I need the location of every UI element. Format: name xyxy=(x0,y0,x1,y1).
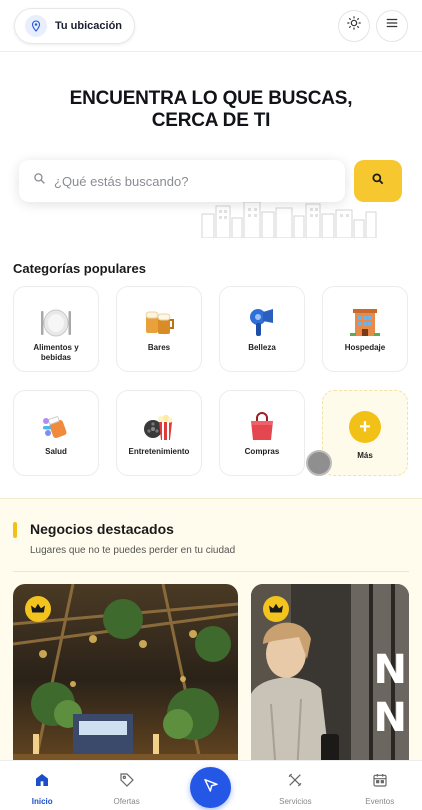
search-icon xyxy=(371,172,385,191)
category-health[interactable]: Salud xyxy=(13,390,99,476)
hamburger-menu-icon xyxy=(385,16,399,35)
hero-title: ENCUENTRA LO QUE BUSCAS, CERCA DE TI xyxy=(0,88,422,132)
crown-icon xyxy=(25,596,51,622)
featured-subtitle: Lugares que no te puedes perder en tu ci… xyxy=(30,545,236,556)
touch-indicator xyxy=(306,450,332,476)
divider xyxy=(13,571,409,572)
calendar-icon xyxy=(372,772,388,793)
search-input[interactable]: ¿Qué estás buscando? xyxy=(54,174,188,189)
section-accent-bar xyxy=(13,522,17,538)
tools-icon xyxy=(287,772,303,793)
search-icon xyxy=(33,172,46,190)
plus-icon: + xyxy=(349,411,381,443)
location-label: Tu ubicación xyxy=(55,19,123,32)
nav-item-ofertas[interactable]: Ofertas xyxy=(84,761,168,810)
category-label: Entretenimiento xyxy=(128,447,190,456)
category-label: Compras xyxy=(244,447,280,456)
search-button[interactable] xyxy=(354,160,402,202)
category-label: Salud xyxy=(45,447,67,456)
nav-label: Eventos xyxy=(365,797,395,806)
category-beauty[interactable]: Belleza xyxy=(219,286,305,372)
location-pin-icon xyxy=(25,14,47,37)
crown-icon xyxy=(263,596,289,622)
nav-item-eventos[interactable]: Eventos xyxy=(338,761,422,810)
location-button[interactable]: Tu ubicación xyxy=(14,7,136,44)
category-label: Belleza xyxy=(248,343,276,352)
beer-mugs-icon xyxy=(142,305,176,339)
search-box[interactable]: ¿Qué estás buscando? xyxy=(19,160,345,202)
popcorn-film-icon xyxy=(142,409,176,443)
category-label: Bares xyxy=(147,343,171,352)
category-label: Hospedaje xyxy=(344,343,386,352)
category-entertainment[interactable]: Entretenimiento xyxy=(116,390,202,476)
nav-center-button[interactable] xyxy=(190,767,231,808)
nav-label: Inicio xyxy=(31,797,53,806)
sun-icon xyxy=(346,15,362,36)
nav-label: Servicios xyxy=(279,797,312,806)
category-lodging[interactable]: Hospedaje xyxy=(322,286,408,372)
featured-title: Negocios destacados xyxy=(30,521,174,537)
categories-title: Categorías populares xyxy=(13,261,146,276)
city-skyline-illustration xyxy=(201,201,377,238)
top-bar: Tu ubicación xyxy=(0,0,422,52)
category-food[interactable]: Alimentos y bebidas xyxy=(13,286,99,372)
medicine-icon xyxy=(39,409,73,443)
nav-item-inicio[interactable]: Inicio xyxy=(0,761,84,810)
hair-dryer-icon xyxy=(245,305,279,339)
theme-toggle-button[interactable] xyxy=(338,9,370,42)
menu-button[interactable] xyxy=(376,9,408,42)
categories-grid: Alimentos y bebidas Bares Belleza Hosped… xyxy=(13,286,409,476)
store-sign-letter: N xyxy=(373,695,407,741)
home-icon xyxy=(34,772,50,793)
featured-business-card[interactable] xyxy=(13,584,238,774)
hotel-building-icon xyxy=(348,305,382,339)
tag-icon xyxy=(119,772,135,793)
category-more[interactable]: + Más xyxy=(322,390,408,476)
category-shopping[interactable]: Compras xyxy=(219,390,305,476)
hero-title-line1: ENCUENTRA LO QUE BUSCAS, xyxy=(69,88,353,109)
featured-business-card[interactable]: N N xyxy=(251,584,409,774)
category-bars[interactable]: Bares xyxy=(116,286,202,372)
category-label: Más xyxy=(357,451,373,460)
store-sign-letter: N xyxy=(373,647,407,693)
category-label: Alimentos y bebidas xyxy=(33,343,79,362)
hero-title-line2: CERCA DE TI xyxy=(151,110,271,131)
nav-item-servicios[interactable]: Servicios xyxy=(253,761,337,810)
plate-cutlery-icon xyxy=(39,305,73,339)
navigation-arrow-icon xyxy=(203,777,219,798)
shopping-bag-icon xyxy=(245,409,279,443)
nav-label: Ofertas xyxy=(113,797,140,806)
